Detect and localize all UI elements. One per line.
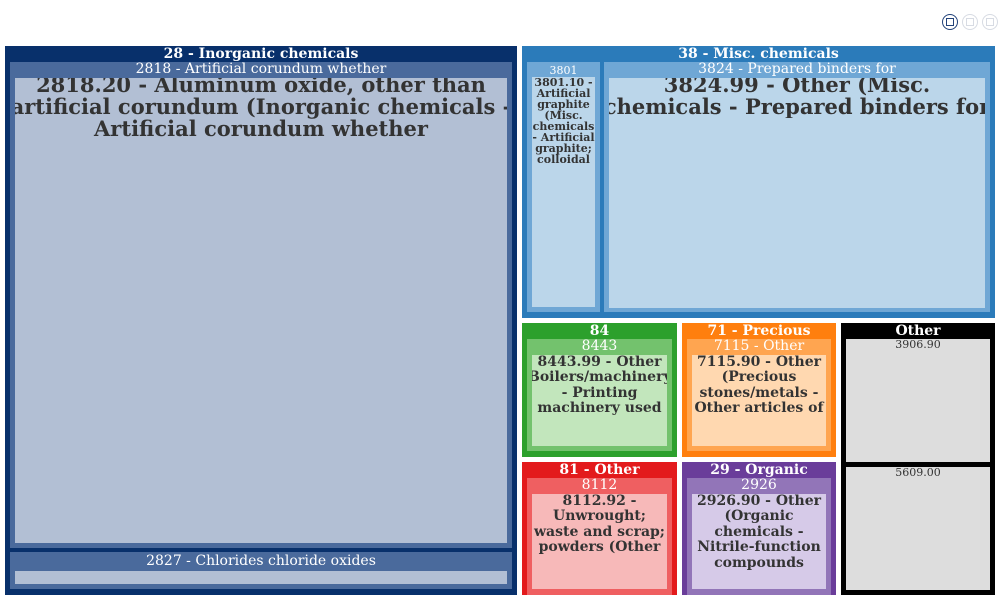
subgroup-label-2818: 2818 - Artificial corundum whether [135, 62, 387, 77]
subgroup-tile-3824[interactable]: 3824 - Prepared binders for 3824.99 - Ot… [604, 62, 990, 312]
subgroup-label-3824: 3824 - Prepared binders for [698, 62, 896, 77]
leaf-tile-3824-99[interactable]: 3824.99 - Other (Misc. chemicals - Prepa… [609, 78, 985, 308]
subgroup-label-2926: 2926 [741, 478, 777, 493]
leaf-tile-2827[interactable] [15, 571, 507, 584]
subgroup-tile-3801[interactable]: 3801 3801.10 - Artificial graphite (Misc… [527, 62, 600, 312]
group-label-84: 84 [589, 323, 610, 339]
leaf-tile-5609-00[interactable]: 5609.00 [846, 467, 990, 590]
subgroup-tile-2926[interactable]: 2926 2926.90 - Other (Organic chemicals … [687, 478, 831, 595]
subgroup-label-8443: 8443 [581, 339, 618, 354]
leaf-label-2818-20: 2818.20 - Aluminum oxide, other than art… [15, 78, 507, 140]
subgroup-tile-8443[interactable]: 8443 8443.99 - Other Boilers/machinery -… [527, 339, 672, 451]
chart-toolbar [940, 11, 1000, 33]
leaf-tile-2818-20[interactable]: 2818.20 - Aluminum oxide, other than art… [15, 78, 507, 543]
leaf-label-7115-90: 7115.90 - Other (Precious stones/metals … [694, 355, 824, 417]
leaf-tile-3906-90[interactable]: 3906.90 [846, 339, 990, 462]
group-tile-organic[interactable]: 29 - Organic 2926 2926.90 - Other (Organ… [682, 462, 836, 595]
leaf-tile-2926-90[interactable]: 2926.90 - Other (Organic chemicals - Nit… [692, 494, 826, 589]
group-label-misc-chemicals: 38 - Misc. chemicals [678, 46, 839, 62]
subgroup-label-2827: 2827 - Chlorides chloride oxides [146, 554, 376, 569]
subgroup-label-8112: 8112 [581, 478, 618, 493]
group-tile-misc-chemicals[interactable]: 38 - Misc. chemicals 3801 3801.10 - Arti… [522, 46, 995, 318]
group-tile-84[interactable]: 84 8443 8443.99 - Other Boilers/machiner… [522, 323, 677, 457]
leaf-label-3824-99: 3824.99 - Other (Misc. chemicals - Prepa… [609, 78, 985, 118]
group-tile-inorganic[interactable]: 28 - Inorganic chemicals 2818 - Artifici… [5, 46, 517, 595]
zoom-in-icon[interactable] [942, 14, 958, 30]
leaf-tile-8112-92[interactable]: 8112.92 - Unwrought; waste and scrap; po… [532, 494, 667, 589]
subgroup-tile-2827[interactable]: 2827 - Chlorides chloride oxides [10, 552, 512, 589]
group-label-other: Other [895, 323, 941, 339]
leaf-label-2926-90: 2926.90 - Other (Organic chemicals - Nit… [696, 494, 821, 571]
subgroup-tile-2818[interactable]: 2818 - Artificial corundum whether 2818.… [10, 62, 512, 548]
subgroup-tile-7115[interactable]: 7115 - Other 7115.90 - Other (Precious s… [687, 339, 831, 451]
group-label-precious: 71 - Precious [707, 323, 811, 339]
leaf-label-3801-10: 3801.10 - Artificial graphite (Misc. che… [532, 77, 595, 165]
group-tile-81-other[interactable]: 81 - Other 8112 8112.92 - Unwrought; was… [522, 462, 677, 595]
group-tile-other[interactable]: Other 3906.90 5609.00 [841, 323, 995, 595]
leaf-label-8112-92: 8112.92 - Unwrought; waste and scrap; po… [534, 494, 665, 556]
group-label-organic: 29 - Organic [710, 462, 808, 478]
subgroup-label-3801: 3801 [549, 64, 578, 77]
subgroup-label-7115: 7115 - Other [713, 339, 805, 354]
group-label-81-other: 81 - Other [559, 462, 640, 478]
subgroup-tile-8112[interactable]: 8112 8112.92 - Unwrought; waste and scra… [527, 478, 672, 595]
group-label-inorganic: 28 - Inorganic chemicals [163, 46, 359, 62]
group-tile-precious[interactable]: 71 - Precious 7115 - Other 7115.90 - Oth… [682, 323, 836, 457]
leaf-tile-3801-10[interactable]: 3801.10 - Artificial graphite (Misc. che… [532, 77, 595, 307]
leaf-tile-7115-90[interactable]: 7115.90 - Other (Precious stones/metals … [692, 355, 826, 446]
leaf-tile-8443-99[interactable]: 8443.99 - Other Boilers/machinery - Prin… [532, 355, 667, 446]
zoom-out-icon[interactable] [962, 14, 978, 30]
leaf-label-5609-00: 5609.00 [895, 467, 941, 479]
reset-icon[interactable] [982, 14, 998, 30]
leaf-label-8443-99: 8443.99 - Other Boilers/machinery - Prin… [532, 355, 667, 417]
leaf-label-3906-90: 3906.90 [895, 339, 941, 351]
